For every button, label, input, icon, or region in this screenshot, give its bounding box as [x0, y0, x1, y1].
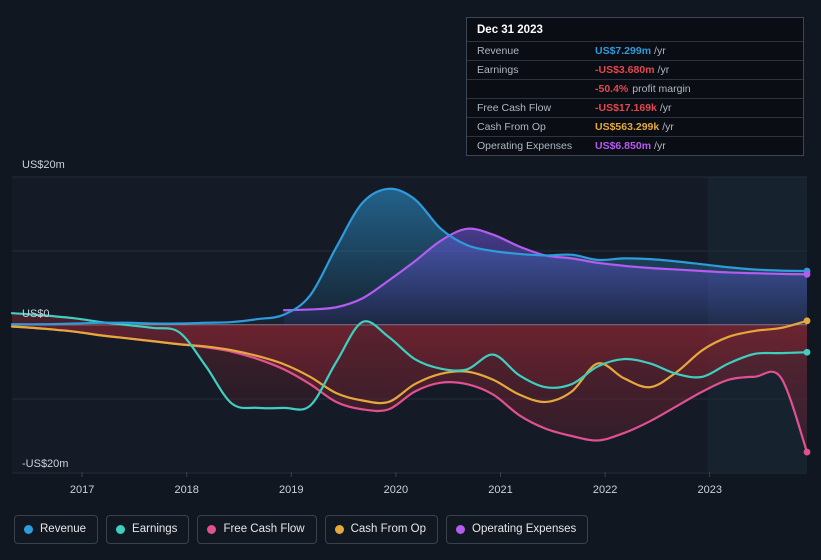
tooltip-row: Revenue US$7.299m/yr — [467, 42, 803, 61]
tooltip-row: Cash From Op US$563.299k/yr — [467, 118, 803, 137]
tooltip-row-value: -50.4% — [595, 83, 629, 95]
legend-color-dot — [207, 524, 217, 534]
chart-tooltip: Dec 31 2023 Revenue US$7.299m/yr Earnings -… — [466, 17, 804, 156]
tooltip-row-value: US$7.299m — [595, 45, 652, 57]
legend-item-label: Cash From Op — [350, 523, 427, 535]
y-axis-label-bottom: -US$20m — [22, 458, 69, 470]
tooltip-title: Dec 31 2023 — [467, 18, 803, 42]
tooltip-row-key: Revenue — [477, 45, 520, 57]
x-axis-tick-2018: 2018 — [174, 484, 199, 496]
tooltip-row-value: -US$17.169k — [595, 102, 657, 114]
tooltip-row: Operating Expenses US$6.850m/yr — [467, 137, 803, 155]
financials-chart-panel: US$20m US$0 -US$20m 2017 2018 2019 2020 2021… — [0, 0, 821, 560]
tooltip-row-value: -US$3.680m — [595, 64, 655, 76]
legend-item-label: Earnings — [132, 523, 178, 535]
tooltip-row-unit: /yr — [654, 45, 666, 57]
legend-item-label: Free Cash Flow — [223, 523, 305, 535]
legend-item-cash-from-op[interactable]: Cash From Op — [324, 514, 439, 544]
legend-item-revenue[interactable]: Revenue — [14, 514, 99, 544]
tooltip-row: Free Cash Flow -US$17.169k/yr — [467, 99, 803, 118]
legend-item-operating-expenses[interactable]: Operating Expenses — [446, 514, 589, 544]
legend-item-label: Operating Expenses — [472, 523, 577, 535]
legend-color-dot — [116, 524, 126, 534]
tooltip-row-key: Operating Expenses — [477, 140, 573, 152]
tooltip-row-key: Free Cash Flow — [477, 102, 552, 114]
x-axis-tick-2017: 2017 — [69, 484, 95, 496]
chart-legend[interactable]: Revenue Earnings Free Cash Flow Cash From O… — [0, 508, 821, 550]
legend-color-dot — [334, 524, 344, 534]
tooltip-row-key: Earnings — [477, 64, 519, 76]
x-axis-tick-2021: 2021 — [488, 484, 513, 496]
legend-item-label: Revenue — [40, 523, 87, 535]
legend-item-free-cash-flow[interactable]: Free Cash Flow — [197, 514, 317, 544]
y-axis-label-top: US$20m — [22, 159, 65, 171]
tooltip-row-key: Cash From Op — [477, 121, 546, 133]
tooltip-row-unit: /yr — [654, 140, 666, 152]
y-axis-label-zero: US$0 — [22, 308, 50, 320]
tooltip-row-value: US$6.850m — [595, 140, 652, 152]
tooltip-rows: Revenue US$7.299m/yr Earnings -US$3.680m/yr… — [467, 42, 803, 155]
legend-color-dot — [24, 524, 33, 534]
x-axis-tick-2023: 2023 — [697, 484, 722, 496]
x-axis-tick-2019: 2019 — [279, 484, 304, 496]
tooltip-row: Earnings -US$3.680m/yr — [467, 61, 803, 80]
x-axis-tick-2020: 2020 — [383, 484, 409, 496]
tooltip-row-subtext: profit margin — [632, 83, 691, 95]
tooltip-row-value: US$563.299k — [595, 121, 660, 133]
x-axis-tick-2022: 2022 — [592, 484, 618, 496]
tooltip-row-unit: /yr — [659, 102, 672, 114]
tooltip-row-unit: /yr — [662, 121, 674, 133]
tooltip-row-unit: /yr — [657, 64, 670, 76]
tooltip-row: -50.4% profit margin — [467, 80, 803, 99]
legend-item-earnings[interactable]: Earnings — [106, 514, 190, 544]
legend-color-dot — [456, 524, 466, 534]
